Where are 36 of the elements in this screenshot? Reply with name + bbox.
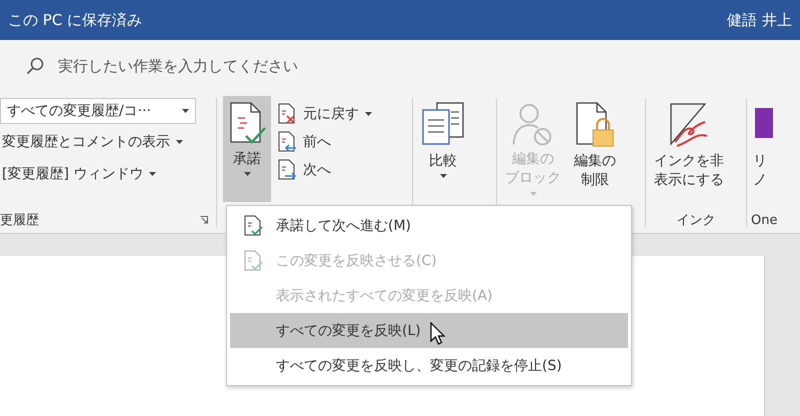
ribbon-small-button[interactable]: 元に戻す [275, 100, 374, 128]
caret-icon [176, 140, 183, 144]
group-label: 更履歴 [0, 212, 39, 229]
protect-button[interactable]: 編集の 制限 [569, 96, 621, 202]
user-name: 健語 井上 [727, 10, 792, 30]
onenote-button[interactable]: リ ノ [751, 96, 775, 202]
ribbon-menu-button[interactable]: [変更履歴] ウィンドウ [0, 160, 212, 188]
search-icon [26, 57, 44, 75]
ribbon-menu-button[interactable]: 変更履歴とコメントの表示 [0, 128, 212, 156]
group-label: One [751, 212, 778, 228]
mouse-pointer-icon [430, 322, 446, 346]
accept-button[interactable]: 承諾 [223, 96, 271, 202]
document-check-icon [243, 214, 263, 236]
caret-icon [149, 172, 156, 176]
caret-icon [440, 174, 446, 178]
caret-icon [530, 192, 536, 196]
caret-icon [182, 109, 189, 113]
hide-ink-button[interactable]: インクを非 表示にする [650, 96, 728, 202]
document-check-icon [243, 250, 263, 272]
caret-icon [365, 112, 372, 116]
tell-me-field[interactable]: 実行したい作業を入力してください [56, 56, 460, 76]
caret-icon [244, 172, 250, 176]
menu-item[interactable]: 承諾して次へ進む(M) [230, 208, 628, 243]
ribbon-small-button[interactable]: 前へ [275, 128, 333, 156]
document-arrow-icon [277, 159, 297, 181]
menu-item[interactable]: すべての変更を反映し、変更の記録を停止(S) [230, 348, 628, 383]
document-cross-icon [277, 103, 297, 125]
ribbon-small-button[interactable]: 次へ [275, 156, 333, 184]
group-label: インク [676, 212, 716, 229]
window-title: この PC に保存済み [8, 10, 142, 30]
menu-item[interactable]: すべての変更を反映(L) [230, 313, 628, 348]
dialog-launcher-icon[interactable] [200, 216, 208, 224]
documents-icon [421, 102, 465, 148]
markup-dropdown[interactable]: すべての変更履歴/コ··· [0, 98, 196, 124]
document-arrow-icon [277, 131, 297, 153]
compare-button[interactable]: 比較 [417, 96, 469, 202]
